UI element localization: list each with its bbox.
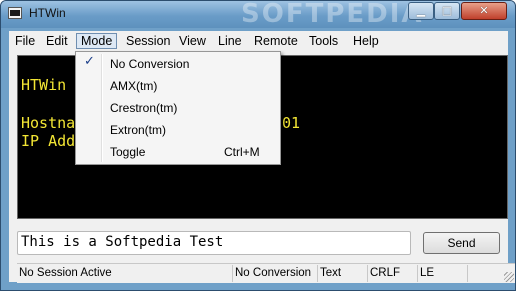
menu-mode[interactable]: Mode — [76, 33, 118, 49]
title-bar[interactable]: HTWin SOFTPEDIA ▁ □ ✕ — [1, 0, 515, 29]
toggle-shortcut: Ctrl+M — [224, 145, 260, 159]
menu-edit[interactable]: Edit — [42, 33, 72, 49]
status-echo: LE — [418, 265, 468, 282]
resize-grip[interactable] — [504, 272, 514, 282]
console-line: IP Add — [21, 132, 76, 150]
console-line: Hostna — [21, 114, 76, 132]
minimize-button[interactable]: ▁ — [408, 2, 434, 20]
menu-tools[interactable]: Tools — [305, 33, 342, 49]
menu-session[interactable]: Session — [122, 33, 174, 49]
app-window: HTWin SOFTPEDIA ▁ □ ✕ File Edit Mode Ses… — [0, 0, 516, 291]
status-line-ending: CRLF — [368, 265, 418, 282]
menu-view[interactable]: View — [175, 33, 210, 49]
menu-line[interactable]: Line — [214, 33, 246, 49]
menu-remote[interactable]: Remote — [250, 33, 302, 49]
command-input[interactable]: This is a Softpedia Test — [17, 231, 411, 255]
status-session: No Session Active — [17, 265, 233, 282]
menu-gutter — [101, 54, 103, 162]
close-icon: ✕ — [479, 4, 489, 17]
menu-item-amx[interactable]: AMX(tm) — [110, 76, 157, 96]
maximize-button[interactable]: □ — [434, 2, 460, 20]
send-button[interactable]: Send — [423, 232, 500, 254]
menu-file[interactable]: File — [11, 33, 39, 49]
menu-item-crestron[interactable]: Crestron(tm) — [110, 98, 177, 118]
checkmark-icon: ✓ — [84, 54, 95, 69]
status-bar: No Session Active No Conversion Text CRL… — [17, 263, 515, 283]
watermark: SOFTPEDIA — [241, 0, 424, 29]
maximize-icon: □ — [441, 4, 453, 17]
menu-help[interactable]: Help — [349, 33, 383, 49]
status-conversion: No Conversion — [233, 265, 318, 282]
menu-bar: File Edit Mode Session View Line Remote … — [9, 31, 508, 51]
mode-menu-dropdown: ✓ No Conversion AMX(tm) Crestron(tm) Ext… — [75, 51, 281, 165]
menu-item-toggle[interactable]: Toggle — [110, 142, 145, 162]
menu-item-no-conversion[interactable]: No Conversion — [110, 54, 189, 74]
menu-item-extron[interactable]: Extron(tm) — [110, 120, 166, 140]
minimize-icon: ▁ — [416, 4, 426, 17]
window-title: HTWin — [29, 6, 66, 20]
app-icon — [8, 7, 22, 19]
status-mode: Text — [318, 265, 368, 282]
console-line: HTWin — [21, 76, 67, 94]
close-button[interactable]: ✕ — [461, 2, 507, 20]
